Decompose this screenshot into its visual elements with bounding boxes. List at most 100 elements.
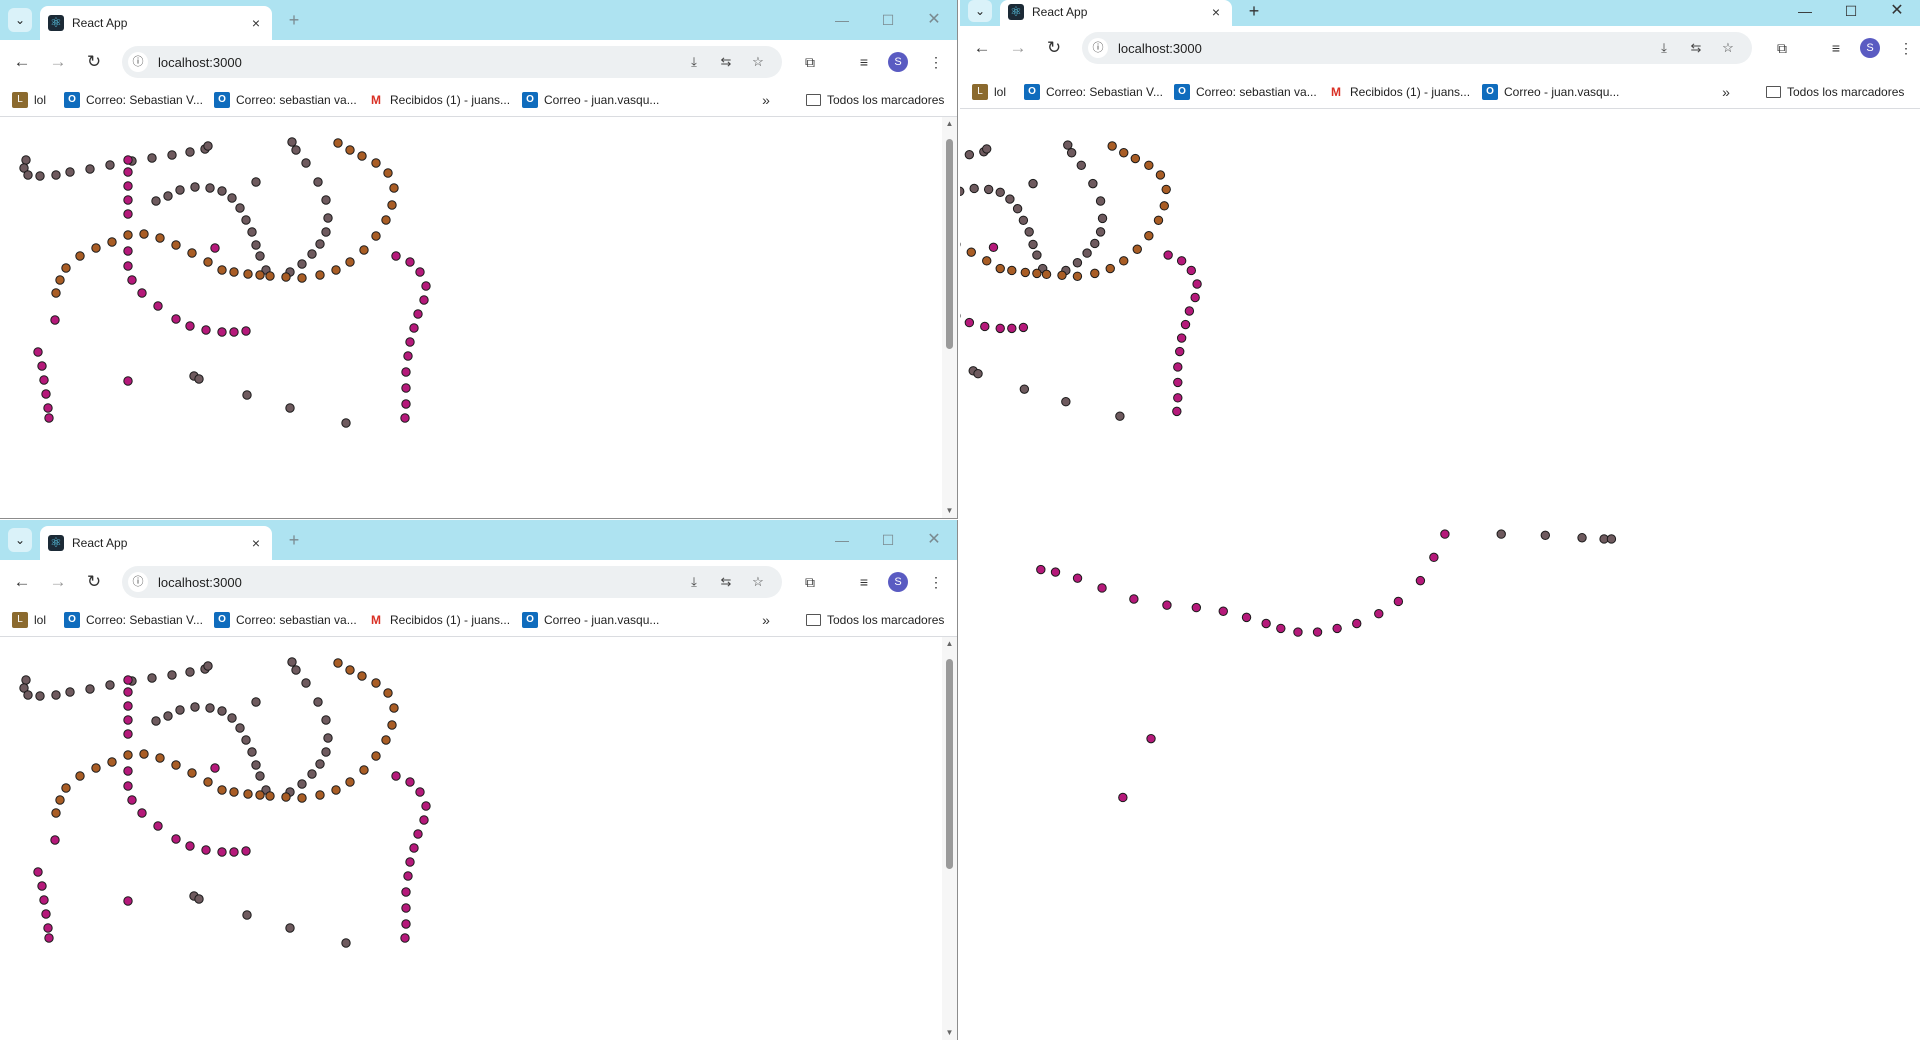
forward-button[interactable]: → <box>1006 36 1030 60</box>
close-tab-icon[interactable]: × <box>248 535 264 551</box>
bookmark-lol[interactable]: Llol <box>972 84 1006 100</box>
browser-tab[interactable]: ⚛ React App × <box>40 526 272 560</box>
close-tab-icon[interactable]: × <box>248 15 264 31</box>
close-window-button[interactable]: ✕ <box>1874 0 1920 26</box>
translate-icon[interactable]: ⇆ <box>1686 38 1706 58</box>
bookmark-star-icon[interactable]: ☆ <box>1718 38 1738 58</box>
bookmark-correo-3[interactable]: O Correo - juan.vasqu... <box>522 612 659 628</box>
scroll-down-icon[interactable]: ▼ <box>942 1026 957 1040</box>
profile-avatar[interactable]: S <box>1860 38 1880 58</box>
translate-icon[interactable]: ⇆ <box>716 572 736 592</box>
page-canvas[interactable] <box>960 114 1920 1040</box>
close-window-button[interactable]: ✕ <box>911 0 957 40</box>
scroll-up-icon[interactable]: ▲ <box>942 117 957 131</box>
close-tab-icon[interactable]: × <box>1208 4 1224 20</box>
bookmark-star-icon[interactable]: ☆ <box>748 572 768 592</box>
bookmark-lol[interactable]: Llol <box>12 612 46 628</box>
bookmark-correo-1[interactable]: O Correo: Sebastian V... <box>64 92 203 108</box>
minimize-button[interactable]: — <box>819 520 865 560</box>
site-info-icon[interactable]: ⓘ <box>128 572 148 592</box>
minimize-button[interactable]: — <box>819 0 865 40</box>
minimize-button[interactable]: — <box>1782 0 1828 26</box>
profile-avatar[interactable]: S <box>888 572 908 592</box>
address-bar[interactable]: ⓘ localhost:3000 ⤓ ⇆ ☆ <box>122 46 782 78</box>
dot-drawing[interactable] <box>0 637 940 1040</box>
url-text[interactable]: localhost:3000 <box>158 55 242 70</box>
maximize-button[interactable]: ☐ <box>865 520 911 560</box>
reload-button[interactable]: ↻ <box>82 570 106 594</box>
bookmark-correo-3[interactable]: O Correo - juan.vasqu... <box>522 92 659 108</box>
media-controls-icon[interactable]: ≡ <box>852 570 876 594</box>
all-bookmarks-folder[interactable]: Todos los marcadores <box>1766 84 1904 100</box>
vertical-scrollbar[interactable]: ▲ ▼ <box>942 117 957 518</box>
bookmark-gmail[interactable]: M Recibidos (1) - juans... <box>368 92 510 108</box>
bookmark-correo-1[interactable]: O Correo: Sebastian V... <box>1024 84 1163 100</box>
browser-tab[interactable]: ⚛ React App × <box>1000 0 1232 26</box>
scroll-down-icon[interactable]: ▼ <box>942 504 957 518</box>
extensions-icon[interactable]: ⧉ <box>798 570 822 594</box>
extensions-icon[interactable]: ⧉ <box>1770 36 1794 60</box>
new-tab-button[interactable]: + <box>282 8 306 32</box>
bookmark-star-icon[interactable]: ☆ <box>748 52 768 72</box>
browser-tab[interactable]: ⚛ React App × <box>40 6 272 40</box>
reload-button[interactable]: ↻ <box>1042 36 1066 60</box>
menu-icon[interactable]: ⋮ <box>924 570 948 594</box>
bookmark-lol[interactable]: Llol <box>12 92 46 108</box>
drawing-dot <box>341 418 351 428</box>
all-bookmarks-folder[interactable]: Todos los marcadores <box>806 92 944 108</box>
profile-avatar[interactable]: S <box>888 52 908 72</box>
address-bar[interactable]: ⓘ localhost:3000 ⤓ ⇆ ☆ <box>1082 32 1752 64</box>
bookmark-correo-2[interactable]: O Correo: sebastian va... <box>214 92 357 108</box>
new-tab-button[interactable]: + <box>282 528 306 552</box>
bookmark-gmail[interactable]: M Recibidos (1) - juans... <box>1328 84 1470 100</box>
bookmark-correo-2[interactable]: O Correo: sebastian va... <box>1174 84 1317 100</box>
media-controls-icon[interactable]: ≡ <box>1824 36 1848 60</box>
page-canvas[interactable]: ▲ ▼ <box>0 637 957 1040</box>
browser-toolbar: ← → ↻ ⓘ localhost:3000 ⤓ ⇆ ☆ ⧉ ≡ S ⋮ <box>0 40 957 84</box>
scrollbar-thumb[interactable] <box>946 659 953 869</box>
address-bar[interactable]: ⓘ localhost:3000 ⤓ ⇆ ☆ <box>122 566 782 598</box>
bookmark-correo-3[interactable]: O Correo - juan.vasqu... <box>1482 84 1619 100</box>
reload-button[interactable]: ↻ <box>82 50 106 74</box>
dot-drawing[interactable] <box>0 117 940 518</box>
close-window-button[interactable]: ✕ <box>911 520 957 560</box>
back-button[interactable]: ← <box>10 570 34 594</box>
bookmark-correo-2[interactable]: O Correo: sebastian va... <box>214 612 357 628</box>
bookmark-gmail[interactable]: M Recibidos (1) - juans... <box>368 612 510 628</box>
media-controls-icon[interactable]: ≡ <box>852 50 876 74</box>
scrollbar-thumb[interactable] <box>946 139 953 349</box>
scroll-up-icon[interactable]: ▲ <box>942 637 957 651</box>
forward-button[interactable]: → <box>46 570 70 594</box>
url-text[interactable]: localhost:3000 <box>1118 41 1202 56</box>
more-bookmarks-icon[interactable]: » <box>758 612 774 628</box>
translate-icon[interactable]: ⇆ <box>716 52 736 72</box>
vertical-scrollbar[interactable]: ▲ ▼ <box>942 637 957 1040</box>
drawing-dot <box>1032 268 1042 279</box>
bookmark-correo-1[interactable]: O Correo: Sebastian V... <box>64 612 203 628</box>
page-canvas[interactable]: ▲ ▼ <box>0 117 957 518</box>
dot-drawing[interactable] <box>960 114 1920 1040</box>
back-button[interactable]: ← <box>10 50 34 74</box>
install-app-icon[interactable]: ⤓ <box>684 52 704 72</box>
tab-search-button[interactable]: ⌄ <box>968 0 992 22</box>
menu-icon[interactable]: ⋮ <box>924 50 948 74</box>
tab-search-button[interactable]: ⌄ <box>8 8 32 32</box>
site-info-icon[interactable]: ⓘ <box>128 52 148 72</box>
new-tab-button[interactable]: + <box>1242 0 1266 22</box>
install-app-icon[interactable]: ⤓ <box>684 572 704 592</box>
more-bookmarks-icon[interactable]: » <box>758 92 774 108</box>
url-text[interactable]: localhost:3000 <box>158 575 242 590</box>
site-info-icon[interactable]: ⓘ <box>1088 38 1108 58</box>
all-bookmarks-folder[interactable]: Todos los marcadores <box>806 612 944 628</box>
drawing-dot <box>995 263 1005 274</box>
drawing-dot <box>1090 238 1100 249</box>
forward-button[interactable]: → <box>46 50 70 74</box>
extensions-icon[interactable]: ⧉ <box>798 50 822 74</box>
install-app-icon[interactable]: ⤓ <box>1654 38 1674 58</box>
more-bookmarks-icon[interactable]: » <box>1718 84 1734 100</box>
tab-search-button[interactable]: ⌄ <box>8 528 32 552</box>
maximize-button[interactable]: ☐ <box>1828 0 1874 26</box>
maximize-button[interactable]: ☐ <box>865 0 911 40</box>
back-button[interactable]: ← <box>970 36 994 60</box>
menu-icon[interactable]: ⋮ <box>1894 36 1918 60</box>
